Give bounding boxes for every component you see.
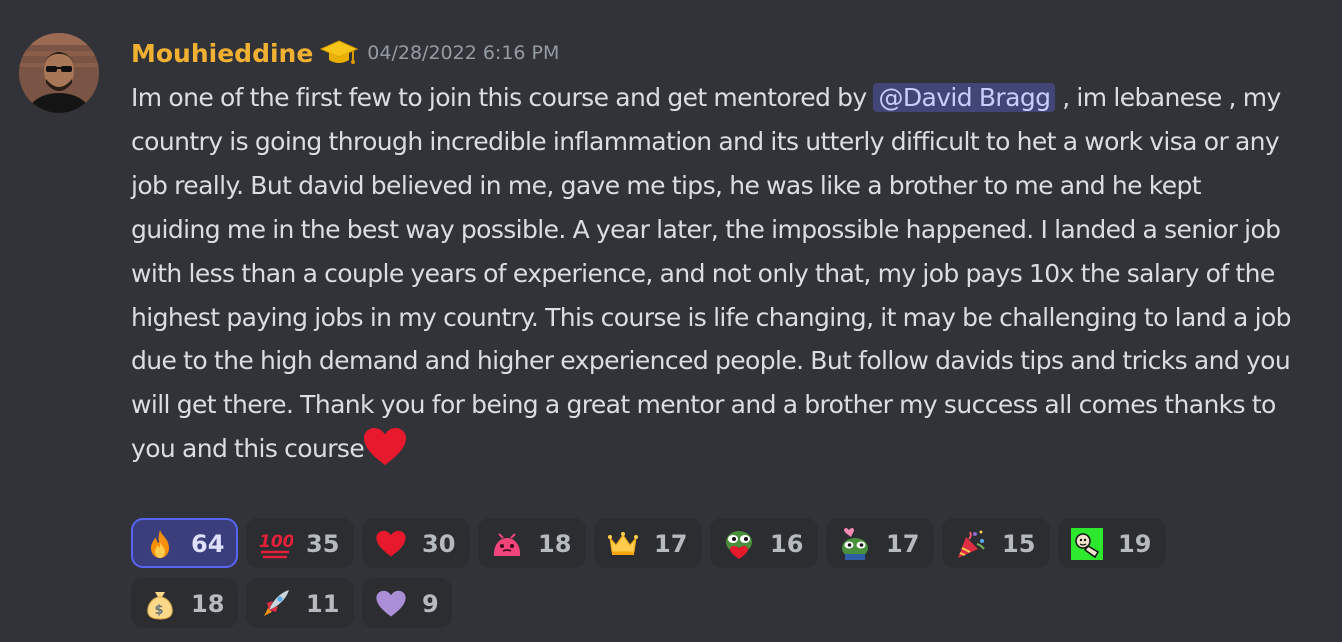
chat-message: Mouhieddine 04/28/2022 6:16 PM Im one of… [0, 0, 1342, 642]
timestamp[interactable]: 04/28/2022 6:16 PM [367, 42, 559, 64]
reaction-count: 11 [306, 590, 340, 618]
reaction-fire[interactable]: 64 [131, 518, 238, 568]
avatar[interactable] [19, 33, 99, 113]
red-heart-icon [375, 528, 407, 560]
reaction-count: 9 [422, 590, 439, 618]
reaction-count: 19 [1118, 530, 1152, 558]
purple-heart-icon [375, 588, 407, 620]
pepe-heart-icon [723, 528, 755, 560]
reaction-rocket[interactable]: 11 [246, 578, 354, 628]
message-content: Im one of the first few to join this cou… [131, 76, 1292, 471]
pink-blob-icon [491, 528, 523, 560]
party-popper-icon [955, 528, 987, 560]
reaction-count: 18 [538, 530, 572, 558]
username[interactable]: Mouhieddine [131, 39, 313, 68]
hundred-points-icon: 100 [259, 528, 295, 560]
fire-icon [144, 528, 176, 560]
reaction-green-face[interactable]: 19 [1058, 518, 1166, 568]
graduation-cap-icon[interactable] [319, 37, 359, 69]
svg-text:100: 100 [259, 532, 293, 552]
reaction-pink-blob[interactable]: 18 [478, 518, 586, 568]
reaction-count: 30 [422, 530, 456, 558]
money-bag-icon: $ [144, 588, 176, 620]
reaction-crown[interactable]: 17 [594, 518, 702, 568]
crown-icon [607, 528, 639, 560]
message-text-part: , im lebanese , my country is going thro… [131, 83, 1292, 464]
reaction-count: 16 [770, 530, 804, 558]
reaction-pepe-heart[interactable]: 16 [710, 518, 818, 568]
reaction-hundred[interactable]: 100 35 [246, 518, 354, 568]
reaction-red-heart[interactable]: 30 [362, 518, 470, 568]
reaction-count: 18 [191, 590, 225, 618]
message-text-part: Im one of the first few to join this cou… [131, 83, 874, 112]
reaction-party-popper[interactable]: 15 [942, 518, 1050, 568]
green-face-icon [1071, 528, 1103, 560]
reaction-count: 17 [886, 530, 920, 558]
pepe-love-icon [839, 528, 871, 560]
reaction-money-bag[interactable]: $ 18 [131, 578, 238, 628]
reaction-count: 35 [306, 530, 340, 558]
reaction-count: 15 [1002, 530, 1036, 558]
red-heart-icon [362, 427, 408, 467]
reaction-purple-heart[interactable]: 9 [362, 578, 452, 628]
reaction-pepe-love[interactable]: 17 [826, 518, 934, 568]
reaction-count: 17 [654, 530, 688, 558]
user-mention[interactable]: @David Bragg [873, 83, 1056, 112]
svg-text:$: $ [155, 603, 164, 618]
rocket-icon [259, 588, 291, 620]
message-header: Mouhieddine 04/28/2022 6:16 PM [131, 34, 559, 72]
reaction-count: 64 [191, 530, 225, 558]
